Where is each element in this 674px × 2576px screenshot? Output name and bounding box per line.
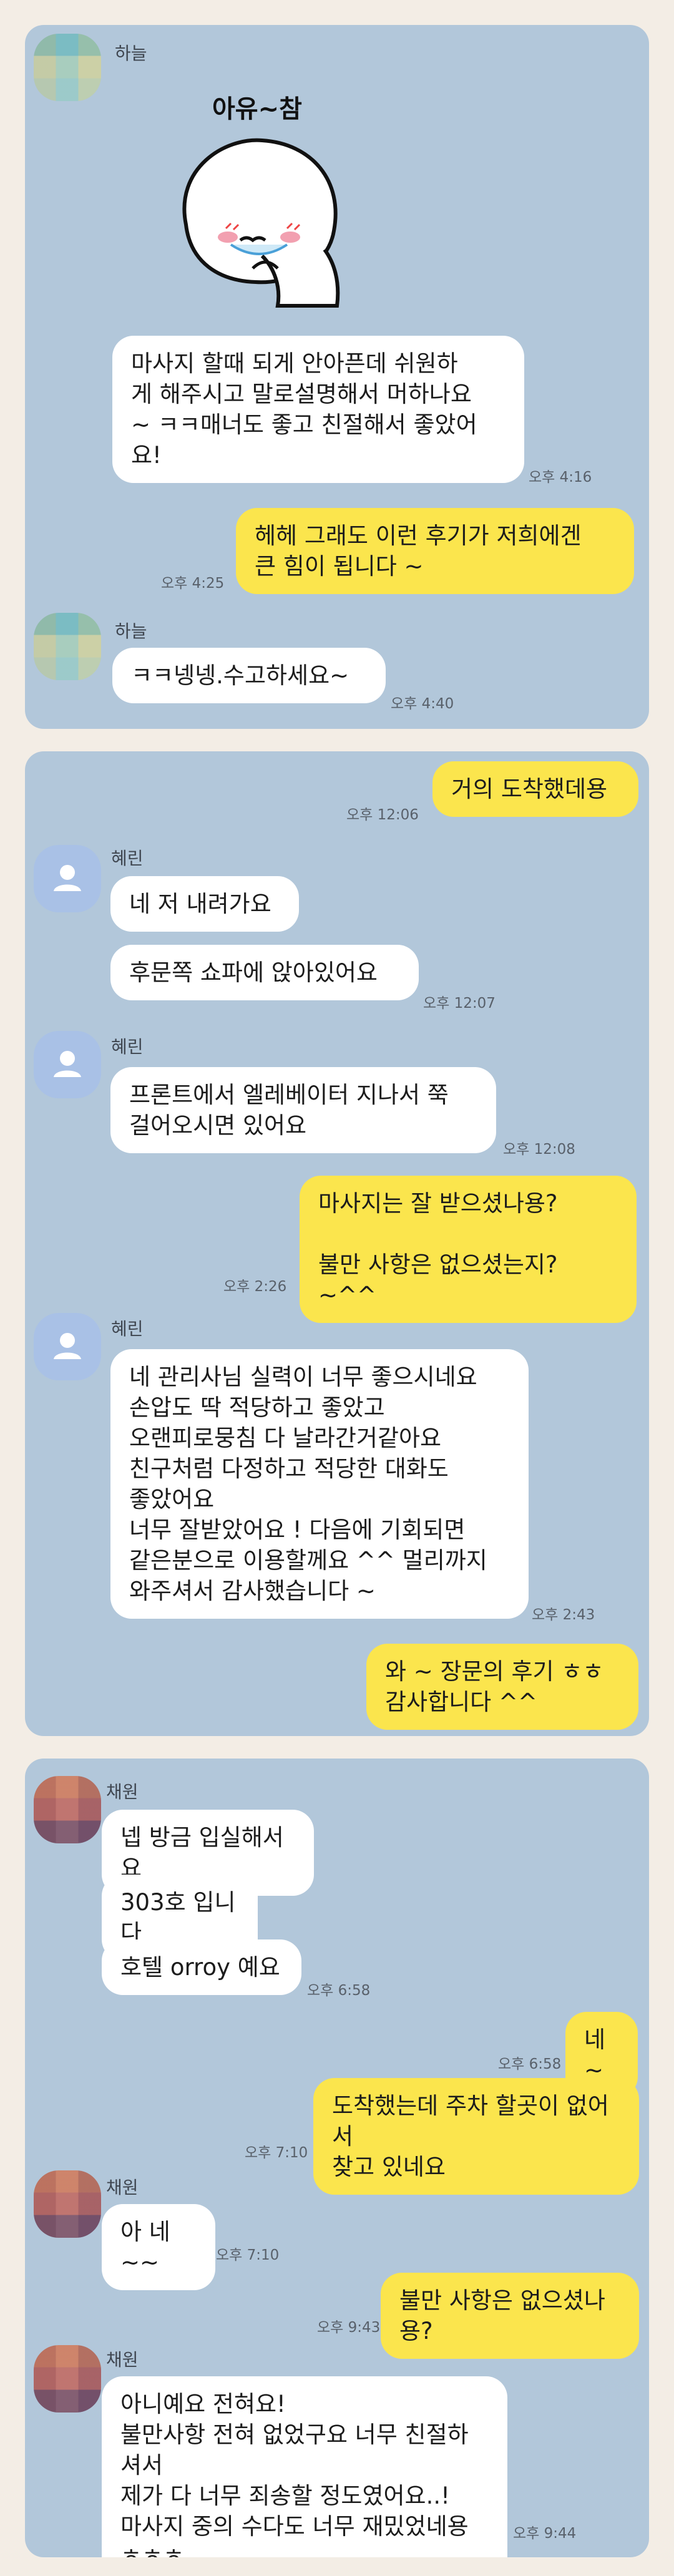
outgoing-message: 헤헤 그래도 이런 후기가 저희에겐 큰 힘이 됩니다 ~	[236, 508, 634, 594]
incoming-message: 마사지 할때 되게 안아픈데 쉬원하 게 해주시고 말로설명해서 머하나요 ~ …	[112, 336, 524, 483]
message-time: 오후 4:25	[161, 575, 225, 592]
outgoing-message: 와 ~ 장문의 후기 ㅎㅎ 감사합니다 ^^	[366, 1644, 638, 1730]
blob-character-icon	[182, 138, 340, 308]
outgoing-message: 거의 도착했데용	[432, 761, 638, 817]
person-icon	[54, 865, 81, 891]
incoming-message: 프론트에서 엘레베이터 지나서 쭉 걸어오시면 있어요	[110, 1067, 496, 1153]
incoming-message: 아 네~~	[102, 2204, 215, 2290]
incoming-message: ㅋㅋ넹넹.수고하세요~	[112, 648, 386, 703]
message-time: 오후 2:26	[223, 1279, 287, 1295]
sender-name: 혜린	[111, 1319, 144, 1339]
incoming-message: 네 관리사님 실력이 너무 좋으시네요 손압도 딱 적당하고 좋았고 오랜피로뭉…	[110, 1349, 529, 1619]
profile-avatar[interactable]	[34, 2170, 101, 2238]
incoming-message: 호텔 orroy 예요	[102, 1939, 301, 1995]
sender-name: 채원	[106, 2349, 139, 2370]
message-time: 오후 12:08	[503, 1141, 575, 1158]
sender-name: 혜린	[111, 1037, 144, 1057]
sender-name: 채원	[106, 2177, 139, 2198]
incoming-message: 후문쪽 쇼파에 앉아있어요	[110, 945, 419, 1000]
message-time: 오후 4:40	[391, 696, 454, 712]
message-time: 오후 6:58	[307, 1983, 371, 1999]
chat-screenshot-1: 하늘 아유~참 마사지 할때 되게 안아픈데 쉬원하 게 해주시고 말로설명해서…	[25, 25, 649, 729]
message-time: 오후 7:10	[216, 2247, 280, 2263]
default-profile-avatar[interactable]	[34, 1313, 101, 1380]
embarrassed-blob-sticker: 아유~참	[156, 81, 362, 312]
outgoing-message: 불만 사항은 없으셨나용?	[381, 2273, 639, 2359]
outgoing-message: 마사지는 잘 받으셨나용? 불만 사항은 없으셨는지? ~^^	[300, 1176, 637, 1323]
message-time: 오후 9:43	[317, 2320, 381, 2336]
person-icon	[54, 1333, 81, 1359]
message-time: 오후 2:43	[532, 1607, 595, 1623]
message-time: 오후 6:58	[498, 2056, 562, 2072]
chat-screenshot-3: 채원 넵 방금 입실해서요 303호 입니다 호텔 orroy 예요 오후 6:…	[25, 1759, 649, 2557]
message-time: 오후 9:44	[513, 2525, 577, 2542]
profile-avatar[interactable]	[34, 1776, 101, 1843]
sender-name: 혜린	[111, 848, 144, 869]
incoming-message: 아니예요 전혀요! 불만사항 전혀 없었구요 너무 친절하셔서 제가 다 너무 …	[102, 2376, 507, 2557]
message-time: 오후 12:06	[346, 807, 419, 823]
message-time: 오후 4:16	[529, 469, 592, 485]
message-time: 오후 12:07	[423, 995, 496, 1012]
outgoing-message: 도착했는데 주차 할곳이 없어서 찾고 있네요	[313, 2078, 639, 2195]
incoming-message: 네 저 내려가요	[110, 876, 299, 932]
chat-screenshot-2: 거의 도착했데용 오후 12:06 혜린 네 저 내려가요 후문쪽 쇼파에 앉아…	[25, 751, 649, 1736]
profile-avatar[interactable]	[34, 2345, 101, 2413]
person-icon	[54, 1051, 81, 1077]
message-time: 오후 7:10	[245, 2145, 308, 2161]
profile-avatar[interactable]	[34, 34, 101, 101]
default-profile-avatar[interactable]	[34, 1031, 101, 1098]
default-profile-avatar[interactable]	[34, 845, 101, 912]
sender-name: 하늘	[115, 43, 147, 64]
sender-name: 채원	[106, 1782, 139, 1802]
sender-name: 하늘	[115, 621, 147, 642]
profile-avatar[interactable]	[34, 613, 101, 680]
